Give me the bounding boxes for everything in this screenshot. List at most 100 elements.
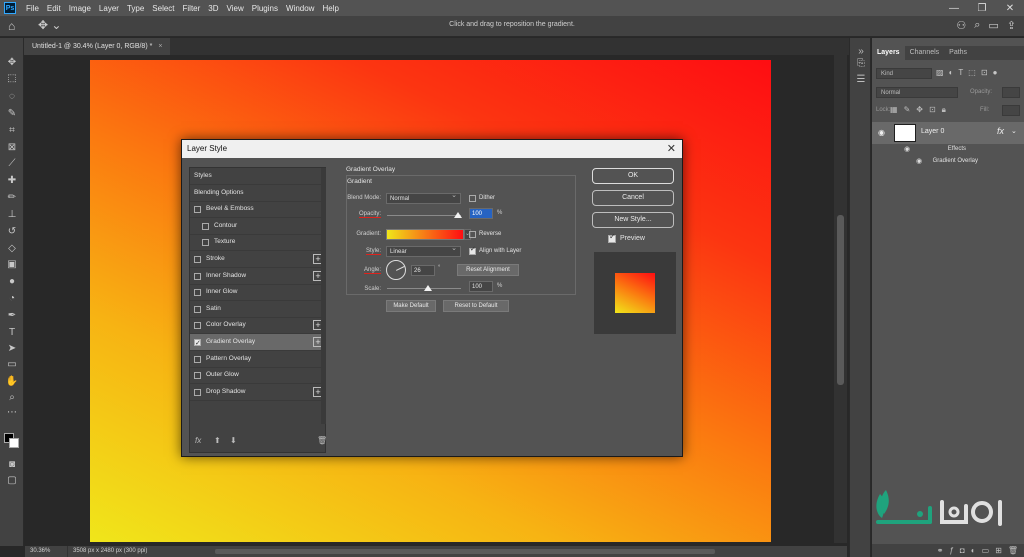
menu-plugins[interactable]: Plugins bbox=[248, 4, 282, 13]
pixel-filter-icon[interactable]: ▨ bbox=[936, 68, 944, 77]
menu-layer[interactable]: Layer bbox=[95, 4, 123, 13]
add-effect-fx-icon[interactable]: fx bbox=[195, 436, 201, 445]
properties-panel-icon[interactable]: ☰ bbox=[855, 74, 867, 86]
style-item-inner-shadow[interactable]: Inner Shadow + bbox=[190, 268, 325, 285]
angle-dial[interactable] bbox=[386, 260, 406, 280]
style-item-color-overlay[interactable]: Color Overlay + bbox=[190, 317, 325, 335]
style-item-styles[interactable]: Styles bbox=[190, 168, 325, 185]
eyedropper-tool-icon[interactable]: ⟋ bbox=[4, 157, 20, 171]
style-item-texture[interactable]: Texture bbox=[190, 234, 325, 252]
dialog-titlebar[interactable]: Layer Style ✕ bbox=[182, 140, 682, 158]
vertical-scrollbar-thumb[interactable] bbox=[837, 215, 844, 385]
type-tool-icon[interactable]: T bbox=[4, 326, 20, 340]
discover-icon[interactable]: ⚇ bbox=[956, 19, 966, 32]
style-item-checkbox[interactable] bbox=[194, 322, 201, 330]
menu-3d[interactable]: 3D bbox=[204, 4, 222, 13]
opacity-slider[interactable] bbox=[387, 215, 461, 216]
workspace-icon[interactable]: ▭ bbox=[988, 19, 998, 32]
healing-brush-tool-icon[interactable]: ✚ bbox=[4, 174, 20, 188]
menu-window[interactable]: Window bbox=[282, 4, 318, 13]
lock-pixels-icon[interactable]: ✎ bbox=[904, 105, 911, 115]
opacity-slider-knob[interactable] bbox=[454, 212, 462, 218]
lasso-tool-icon[interactable]: ◌ bbox=[4, 90, 20, 104]
adjustment-filter-icon[interactable]: ◐ bbox=[949, 68, 954, 77]
style-item-checkbox[interactable] bbox=[194, 355, 201, 363]
vertical-scrollbar[interactable] bbox=[834, 55, 847, 543]
shape-filter-icon[interactable]: ⬚ bbox=[968, 68, 976, 77]
lock-artboard-icon[interactable]: ⊡ bbox=[929, 105, 936, 115]
layer-blend-mode-select[interactable]: Normal bbox=[876, 87, 958, 98]
dialog-close-icon[interactable]: ✕ bbox=[667, 142, 676, 156]
layer-name[interactable]: Layer 0 bbox=[921, 128, 944, 135]
angle-input[interactable]: 26 bbox=[411, 265, 435, 276]
style-item-checkbox[interactable] bbox=[194, 256, 201, 263]
smart-object-filter-icon[interactable]: ⊡ bbox=[981, 68, 988, 77]
new-style-button[interactable]: New Style... bbox=[592, 212, 674, 228]
add-style-icon[interactable]: ƒ bbox=[949, 544, 953, 557]
scale-slider-knob[interactable] bbox=[424, 285, 432, 291]
zoom-tool-icon[interactable]: ⌕ bbox=[4, 391, 20, 405]
new-layer-icon[interactable]: ⊞ bbox=[995, 544, 1002, 557]
new-group-icon[interactable]: ▭ bbox=[982, 544, 990, 557]
hand-tool-icon[interactable]: ✋ bbox=[4, 375, 20, 389]
move-effect-down-icon[interactable]: ⬇ bbox=[230, 436, 237, 445]
menu-select[interactable]: Select bbox=[148, 4, 178, 13]
move-effect-up-icon[interactable]: ⬆ bbox=[214, 436, 221, 445]
align-with-layer-checkbox[interactable] bbox=[469, 245, 476, 255]
style-item-stroke[interactable]: Stroke + bbox=[190, 251, 325, 268]
document-tab[interactable]: Untitled-1 @ 30.4% (Layer 0, RGB/8) * × bbox=[24, 38, 171, 55]
effects-eye-icon[interactable]: ◉ bbox=[904, 145, 910, 153]
minimize-button[interactable]: — bbox=[940, 3, 968, 14]
style-item-blending-options[interactable]: Blending Options bbox=[190, 185, 325, 202]
tab-close-icon[interactable]: × bbox=[158, 43, 162, 50]
crop-tool-icon[interactable]: ⌗ bbox=[4, 124, 20, 138]
reset-to-default-button[interactable]: Reset to Default bbox=[443, 300, 509, 312]
fx-icon[interactable]: fx bbox=[997, 126, 1004, 136]
visibility-eye-icon[interactable]: ◉ bbox=[878, 128, 885, 137]
style-item-gradient-overlay[interactable]: Gradient Overlay+ bbox=[190, 334, 325, 352]
gradient-swatch[interactable] bbox=[386, 229, 464, 240]
menu-view[interactable]: View bbox=[223, 4, 248, 13]
share-icon[interactable]: ⇪ bbox=[1007, 19, 1016, 32]
blend-mode-select[interactable]: Normal bbox=[386, 191, 461, 204]
collapse-arrows-icon[interactable]: » bbox=[855, 46, 867, 58]
opacity-input[interactable]: 100 bbox=[469, 208, 493, 219]
more-tools-icon[interactable]: ⋯ bbox=[4, 406, 20, 420]
rectangle-tool-icon[interactable]: ▭ bbox=[4, 358, 20, 372]
reset-alignment-button[interactable]: Reset Alignment bbox=[457, 264, 519, 276]
document-info[interactable]: 3508 px x 2480 px (300 ppi) bbox=[67, 546, 147, 557]
style-item-contour[interactable]: Contour bbox=[190, 218, 325, 235]
menu-type[interactable]: Type bbox=[123, 4, 148, 13]
history-panel-icon[interactable]: ⎘ bbox=[855, 58, 867, 70]
layer-opacity-field[interactable] bbox=[1002, 87, 1020, 98]
dither-checkbox[interactable] bbox=[469, 195, 476, 202]
photoshop-logo[interactable]: Ps bbox=[4, 2, 16, 14]
style-item-checkbox[interactable] bbox=[202, 239, 209, 247]
style-item-checkbox[interactable] bbox=[194, 206, 201, 214]
zoom-level[interactable]: 30.36% bbox=[30, 546, 50, 557]
cancel-button[interactable]: Cancel bbox=[592, 190, 674, 206]
tab-channels[interactable]: Channels bbox=[905, 46, 945, 60]
menu-filter[interactable]: Filter bbox=[179, 4, 205, 13]
reverse-checkbox[interactable] bbox=[469, 231, 476, 238]
make-default-button[interactable]: Make Default bbox=[386, 300, 436, 312]
chevron-down-icon[interactable]: ⌄ bbox=[1011, 127, 1017, 135]
lock-all-icon[interactable]: 🔒︎ bbox=[942, 105, 946, 115]
style-item-checkbox[interactable] bbox=[202, 222, 209, 230]
effects-row[interactable]: ◉ Effects bbox=[872, 144, 1024, 156]
style-item-checkbox[interactable] bbox=[194, 336, 201, 352]
style-item-checkbox[interactable] bbox=[194, 372, 201, 380]
style-item-checkbox[interactable] bbox=[194, 388, 201, 396]
tab-paths[interactable]: Paths bbox=[944, 46, 972, 60]
close-window-button[interactable]: ✕ bbox=[996, 3, 1024, 14]
quick-mask-icon[interactable]: ◙ bbox=[4, 458, 20, 472]
horizontal-scrollbar[interactable] bbox=[215, 549, 715, 554]
style-item-checkbox[interactable] bbox=[194, 305, 201, 313]
quick-select-tool-icon[interactable]: ✎ bbox=[4, 107, 20, 121]
add-mask-icon[interactable]: ◘ bbox=[960, 544, 965, 557]
menu-image[interactable]: Image bbox=[65, 4, 95, 13]
move-tool-icon[interactable]: ✥ bbox=[4, 56, 20, 70]
style-item-inner-glow[interactable]: Inner Glow bbox=[190, 284, 325, 302]
lock-transparent-icon[interactable]: ▦ bbox=[890, 105, 898, 115]
maximize-button[interactable]: ❐ bbox=[968, 3, 996, 14]
